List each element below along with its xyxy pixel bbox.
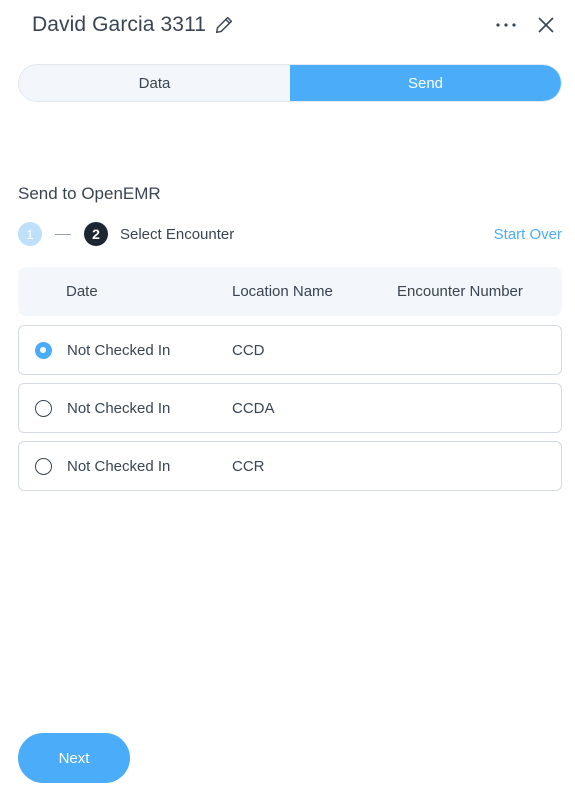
radio-button-selected[interactable] xyxy=(35,341,52,359)
section-title: Send to OpenEMR xyxy=(18,184,161,203)
stepper: 1 2 Select Encounter Start Over xyxy=(18,221,562,247)
column-header-location: Location Name xyxy=(232,283,333,300)
row-date: Not Checked In xyxy=(67,399,171,417)
row-location: CCD xyxy=(232,341,265,359)
header-actions xyxy=(495,14,557,36)
step-1-indicator[interactable]: 1 xyxy=(18,222,42,246)
start-over-link[interactable]: Start Over xyxy=(494,226,562,243)
tab-send[interactable]: Send xyxy=(290,65,561,101)
column-header-date: Date xyxy=(66,283,98,300)
encounter-row[interactable]: Not Checked In CCDA xyxy=(18,383,562,433)
pencil-icon[interactable] xyxy=(213,14,235,36)
step-separator xyxy=(55,233,71,235)
panel-header: David Garcia 3311 xyxy=(32,8,557,42)
row-date: Not Checked In xyxy=(67,457,171,475)
radio-button[interactable] xyxy=(35,399,52,417)
step-2-label: Select Encounter xyxy=(120,225,235,243)
row-location: CCDA xyxy=(232,399,275,417)
encounter-row[interactable]: Not Checked In CCD xyxy=(18,325,562,375)
tab-data[interactable]: Data xyxy=(19,65,290,101)
column-header-encounter: Encounter Number xyxy=(397,283,523,300)
step-2-indicator: 2 xyxy=(84,222,108,246)
tab-bar: Data Send xyxy=(18,64,562,102)
radio-button[interactable] xyxy=(35,457,52,475)
close-icon[interactable] xyxy=(535,14,557,36)
more-horizontal-icon[interactable] xyxy=(495,14,517,36)
patient-title: David Garcia 3311 xyxy=(32,13,207,36)
row-date: Not Checked In xyxy=(67,341,171,359)
table-header: Date Location Name Encounter Number xyxy=(18,267,562,316)
encounter-panel: David Garcia 3311 Data Send Send to Open… xyxy=(0,0,575,791)
encounter-row[interactable]: Not Checked In CCR xyxy=(18,441,562,491)
row-location: CCR xyxy=(232,457,265,475)
next-button[interactable]: Next xyxy=(18,733,130,783)
